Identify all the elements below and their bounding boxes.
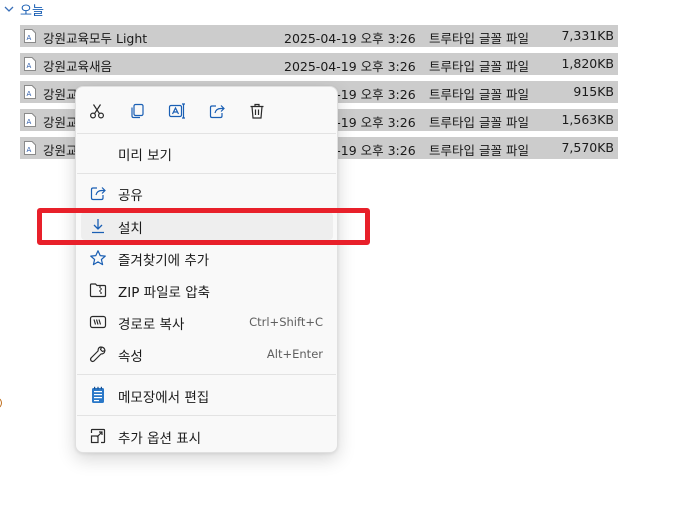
menu-item-label: 즐겨찾기에 추가 — [118, 253, 210, 269]
cut-button[interactable] — [81, 97, 113, 125]
file-name: 강원교 — [43, 115, 78, 130]
chevron-down-icon[interactable] — [4, 4, 14, 14]
menu-separator — [77, 415, 336, 416]
menu-item-label: 속성 — [118, 349, 143, 365]
file-explorer-view: 오늘 A 강원교육모두 Light 2025-04-19 오후 3:26 트루타… — [0, 0, 690, 523]
file-type: 트루타입 글꼴 파일 — [429, 143, 529, 158]
share-icon — [209, 105, 225, 119]
copy-button[interactable] — [121, 97, 153, 125]
file-type: 트루타입 글꼴 파일 — [429, 31, 529, 46]
menu-item-label: 설치 — [118, 221, 143, 237]
rename-icon — [168, 103, 185, 119]
menu-item-install[interactable]: 설치 — [81, 212, 333, 240]
menu-item-shortcut: Alt+Enter — [266, 347, 323, 361]
menu-item-copy-path[interactable]: 경로로 복사 Ctrl+Shift+C — [81, 308, 333, 336]
delete-button[interactable] — [241, 97, 273, 125]
menu-item-zip[interactable]: ZIP 파일로 압축 — [81, 276, 333, 304]
menu-item-more-options[interactable]: 추가 옵션 표시 — [81, 422, 333, 450]
file-row[interactable]: A 강원교육모두 Light 2025-04-19 오후 3:26 트루타입 글… — [20, 25, 618, 47]
file-name: 강원교육모두 Light — [43, 31, 148, 46]
menu-item-edit-notepad[interactable]: 메모장에서 편집 — [81, 381, 333, 409]
menu-separator — [77, 374, 336, 375]
download-icon — [89, 217, 107, 235]
file-name: 강원교 — [43, 87, 78, 102]
menu-item-label: 메모장에서 편집 — [118, 390, 210, 406]
svg-text:A: A — [27, 118, 32, 126]
file-size: 7,570KB — [561, 140, 614, 155]
group-label: 오늘 — [20, 3, 44, 19]
font-file-icon: A — [24, 113, 36, 127]
menu-item-preview[interactable]: 미리 보기 — [81, 139, 333, 167]
svg-text:A: A — [27, 34, 32, 42]
menu-item-label: 공유 — [118, 188, 143, 204]
file-size: 1,563KB — [561, 112, 614, 127]
file-size: 7,331KB — [561, 28, 614, 43]
star-icon — [89, 249, 107, 267]
file-row[interactable]: A 강원교육새음 2025-04-19 오후 3:26 트루타입 글꼴 파일 1… — [20, 53, 618, 75]
menu-separator — [77, 173, 336, 174]
file-size: 1,820KB — [561, 56, 614, 71]
file-date: 2025-04-19 오후 3:26 — [284, 31, 416, 46]
menu-item-share[interactable]: 공유 — [81, 179, 333, 207]
edge-glyph — [0, 398, 2, 408]
svg-text:A: A — [27, 62, 32, 70]
rename-button[interactable] — [161, 97, 193, 125]
cut-icon — [89, 104, 105, 119]
more-options-icon — [89, 427, 107, 445]
file-date: 2025-04-19 오후 3:26 — [284, 59, 416, 74]
menu-item-add-favorites[interactable]: 즐겨찾기에 추가 — [81, 244, 333, 272]
menu-item-label: ZIP 파일로 압축 — [118, 285, 211, 301]
file-name: 강원교육새음 — [43, 59, 113, 74]
notepad-icon — [89, 386, 107, 404]
file-type: 트루타입 글꼴 파일 — [429, 59, 529, 74]
zip-folder-icon — [89, 281, 107, 299]
share-button[interactable] — [201, 97, 233, 125]
file-size: 915KB — [573, 84, 614, 99]
share-icon — [89, 184, 107, 202]
file-type: 트루타입 글꼴 파일 — [429, 87, 529, 102]
copy-icon — [131, 103, 144, 119]
copy-path-icon — [89, 313, 107, 331]
svg-text:A: A — [27, 146, 32, 154]
menu-item-properties[interactable]: 속성 Alt+Enter — [81, 340, 333, 368]
wrench-icon — [89, 345, 107, 363]
group-header-today[interactable]: 오늘 — [4, 0, 44, 19]
file-name: 강원교 — [43, 143, 78, 158]
menu-separator — [77, 133, 336, 134]
menu-item-label: 경로로 복사 — [118, 317, 185, 333]
font-file-icon: A — [24, 141, 36, 155]
font-file-icon: A — [24, 57, 36, 71]
font-file-icon: A — [24, 29, 36, 43]
menu-item-label: 추가 옵션 표시 — [118, 431, 202, 447]
menu-item-shortcut: Ctrl+Shift+C — [249, 315, 323, 329]
font-file-icon: A — [24, 85, 36, 99]
file-type: 트루타입 글꼴 파일 — [429, 115, 529, 130]
context-menu: 미리 보기 공유 설치 즐겨찾기에 추가 ZIP 파일로 압축 경로로 복사 C… — [75, 86, 338, 453]
delete-icon — [250, 103, 264, 119]
svg-text:A: A — [27, 90, 32, 98]
menu-item-label: 미리 보기 — [118, 148, 172, 164]
